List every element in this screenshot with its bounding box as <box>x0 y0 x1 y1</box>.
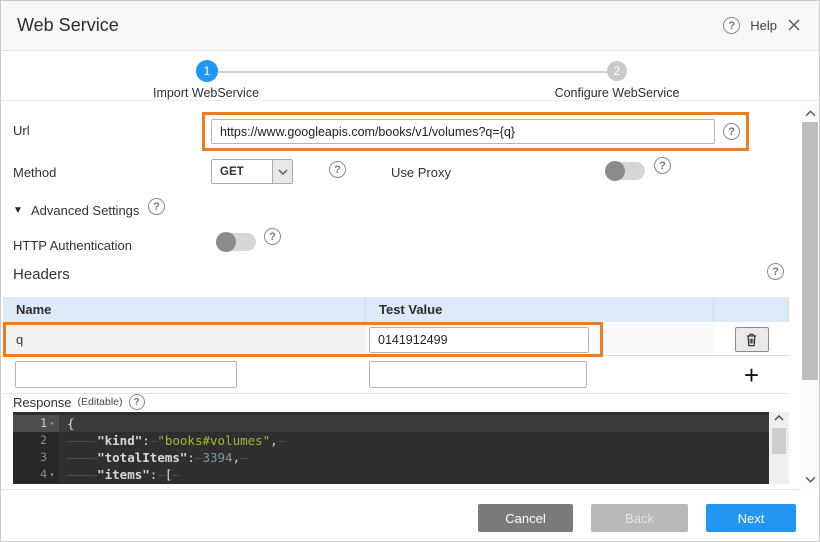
scroll-up-icon[interactable] <box>769 415 789 421</box>
help-icon[interactable]: ? <box>723 17 740 34</box>
advanced-settings-caret-icon[interactable]: ▼ <box>13 205 23 216</box>
editor-scrollbar-thumb[interactable] <box>772 428 786 454</box>
scroll-down-icon[interactable] <box>800 476 820 483</box>
next-button[interactable]: Next <box>706 504 796 532</box>
table-header-row: Name Test Value <box>3 297 789 322</box>
step-1-circle[interactable]: 1 <box>196 60 218 82</box>
table-row: q <box>3 324 789 356</box>
code-text: { <box>59 415 75 432</box>
response-help-icon[interactable]: ? <box>129 394 145 410</box>
method-selected-value: GET <box>212 160 272 183</box>
url-label: Url <box>13 123 30 138</box>
code-line[interactable]: 3 ————"totalItems":—3394,— <box>13 449 789 466</box>
code-line[interactable]: 1▾{ <box>13 415 789 432</box>
delete-row-button[interactable] <box>735 327 769 352</box>
headers-section-title: Headers <box>13 266 70 283</box>
dialog-header: Web Service ? Help <box>1 1 819 51</box>
editor-scrollbar[interactable] <box>769 412 789 484</box>
url-help-icon[interactable]: ? <box>723 123 740 140</box>
fold-icon[interactable]: ▾ <box>47 466 57 483</box>
new-row-actions-cell: + <box>714 365 789 385</box>
http-auth-toggle[interactable] <box>216 233 256 251</box>
line-number: 3 <box>40 449 47 466</box>
test-value-input[interactable] <box>369 327 589 353</box>
back-button[interactable]: Back <box>591 504 688 532</box>
header-name-cell[interactable]: q <box>3 324 366 355</box>
advanced-settings-help-icon[interactable]: ? <box>148 198 165 215</box>
help-link[interactable]: Help <box>750 18 777 33</box>
chevron-down-icon[interactable] <box>272 160 292 183</box>
code-text: ————"items":—[— <box>59 466 180 483</box>
step-2-circle[interactable]: 2 <box>607 61 627 81</box>
step-1-label: Import WebService <box>131 86 281 100</box>
code-line[interactable]: 2 ————"kind":—"books#volumes",— <box>13 432 789 449</box>
new-value-cell <box>366 361 714 388</box>
table-new-row: + <box>3 356 789 394</box>
stepper-connector <box>218 71 608 73</box>
line-number: 1 <box>40 415 47 432</box>
new-header-name-input[interactable] <box>15 361 237 388</box>
line-number: 4 <box>40 466 47 483</box>
add-row-button[interactable]: + <box>744 365 759 385</box>
use-proxy-toggle[interactable] <box>605 162 645 180</box>
trash-icon <box>745 332 758 347</box>
method-help-icon[interactable]: ? <box>329 161 346 178</box>
dialog-title: Web Service <box>17 15 119 36</box>
cancel-button[interactable]: Cancel <box>478 504 573 532</box>
use-proxy-help-icon[interactable]: ? <box>654 157 671 174</box>
headers-help-icon[interactable]: ? <box>767 263 784 280</box>
close-icon[interactable] <box>787 18 803 34</box>
row-actions-cell <box>714 324 789 355</box>
code-text: ————"kind":—"books#volumes",— <box>59 432 285 449</box>
content-scrollbar-thumb[interactable] <box>802 122 818 380</box>
url-input[interactable] <box>211 119 715 144</box>
http-auth-help-icon[interactable]: ? <box>264 228 281 245</box>
fold-icon[interactable]: ▾ <box>47 415 57 432</box>
header-value-cell <box>366 324 714 355</box>
response-editable-hint: (Editable) <box>78 396 123 408</box>
code-line[interactable]: 4▾————"items":—[— <box>13 466 789 483</box>
step-2-label: Configure WebService <box>537 86 697 100</box>
stepper: 1 2 Import WebService Configure WebServi… <box>1 51 819 101</box>
column-header-name: Name <box>3 297 366 322</box>
http-auth-label: HTTP Authentication <box>13 238 132 253</box>
use-proxy-label: Use Proxy <box>391 165 451 180</box>
toggle-knob <box>605 161 625 181</box>
method-label: Method <box>13 165 56 180</box>
web-service-dialog: Web Service ? Help 1 2 Import WebService… <box>0 0 820 542</box>
content-scrollbar[interactable] <box>800 104 820 489</box>
column-header-test-value: Test Value <box>366 297 714 322</box>
code-text: ————"totalItems":—3394,— <box>59 449 248 466</box>
scroll-up-icon[interactable] <box>800 110 820 117</box>
response-code-editor[interactable]: 1▾{2————"kind":—"books#volumes",—3————"t… <box>13 412 789 484</box>
advanced-settings-label[interactable]: Advanced Settings <box>31 203 139 218</box>
dialog-content: Url ? Method GET ? Use Proxy ? ▼ Advance… <box>1 101 799 490</box>
code-lines: 1▾{2————"kind":—"books#volumes",—3————"t… <box>13 415 789 483</box>
new-header-value-input[interactable] <box>369 361 587 388</box>
column-header-actions <box>714 297 789 322</box>
url-highlight-box: ? <box>202 112 749 151</box>
method-select[interactable]: GET <box>211 159 293 184</box>
line-number: 2 <box>40 432 47 449</box>
new-name-cell <box>3 361 366 388</box>
response-label-row: Response (Editable) ? <box>13 394 145 410</box>
response-label: Response <box>13 395 72 410</box>
headers-table: Name Test Value q <box>3 297 789 394</box>
toggle-knob <box>216 232 236 252</box>
